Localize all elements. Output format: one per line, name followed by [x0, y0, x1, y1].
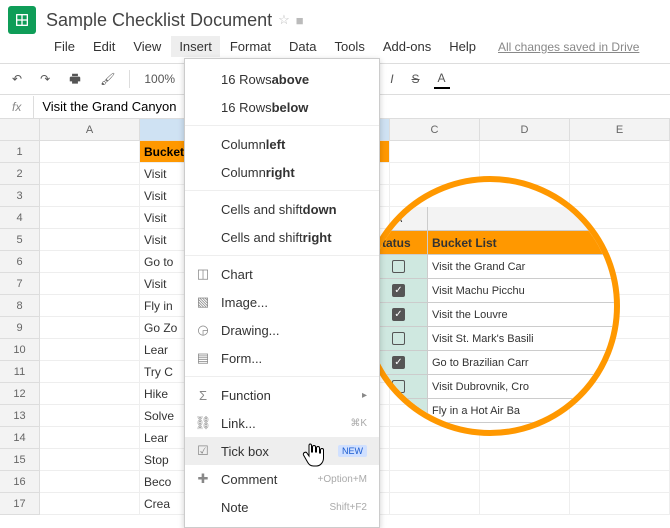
zoom-text-cell: Visit Dubrovnik, Cro	[428, 375, 620, 399]
save-status[interactable]: All changes saved in Drive	[498, 40, 639, 54]
menu-file[interactable]: File	[46, 36, 83, 57]
row-header[interactable]: 3	[0, 185, 40, 207]
image-icon: ▧	[193, 292, 213, 312]
insert-cells-down[interactable]: Cells and shift down	[185, 195, 379, 223]
zoom-text-cell: Visit the Grand Car	[428, 255, 620, 279]
function-icon: Σ	[193, 385, 213, 405]
row-header[interactable]: 12	[0, 383, 40, 405]
col-header-c[interactable]: C	[390, 119, 480, 141]
menu-format[interactable]: Format	[222, 36, 279, 57]
insert-comment[interactable]: ✚Comment+Option+M	[185, 465, 379, 493]
insert-form[interactable]: ▤Form...	[185, 344, 379, 372]
comment-icon: ✚	[193, 469, 213, 489]
menu-view[interactable]: View	[125, 36, 169, 57]
menu-insert[interactable]: Insert	[171, 36, 220, 57]
checkbox-icon	[392, 260, 405, 273]
insert-link[interactable]: ⛓Link...⌘K	[185, 409, 379, 437]
insert-column-right[interactable]: Column right	[185, 158, 379, 186]
star-icon[interactable]: ☆	[278, 12, 290, 28]
zoom-text-cell: Visit Machu Picchu	[428, 279, 620, 303]
zoom-text-cell: Go to Brazilian Carr	[428, 351, 620, 375]
row-header[interactable]: 14	[0, 427, 40, 449]
insert-tickbox[interactable]: ☑Tick boxNEW	[185, 437, 379, 465]
row-header[interactable]: 13	[0, 405, 40, 427]
insert-rows-above[interactable]: 16 Rows above	[185, 65, 379, 93]
strike-button[interactable]: S	[408, 70, 424, 88]
insert-chart[interactable]: ◫Chart	[185, 260, 379, 288]
insert-menu-dropdown: 16 Rows above 16 Rows below Column left …	[184, 58, 380, 528]
chart-icon: ◫	[193, 264, 213, 284]
row-header[interactable]: 7	[0, 273, 40, 295]
menu-help[interactable]: Help	[441, 36, 484, 57]
doc-title[interactable]: Sample Checklist Document	[46, 10, 272, 31]
insert-cells-right[interactable]: Cells and shift right	[185, 223, 379, 251]
link-icon: ⛓	[193, 413, 213, 433]
redo-icon[interactable]: ↷	[36, 70, 54, 88]
italic-button[interactable]: I	[386, 70, 397, 88]
checkbox-icon: ☑	[193, 441, 213, 461]
checkbox-icon	[392, 332, 405, 345]
row-header[interactable]: 16	[0, 471, 40, 493]
checkbox-icon	[392, 308, 405, 321]
checkbox-icon	[392, 356, 405, 369]
row-header[interactable]: 9	[0, 317, 40, 339]
drawing-icon: ◶	[193, 320, 213, 340]
menu-tools[interactable]: Tools	[326, 36, 372, 57]
row-header[interactable]: 10	[0, 339, 40, 361]
row-header[interactable]: 2	[0, 163, 40, 185]
select-all-corner[interactable]	[0, 119, 40, 141]
form-icon: ▤	[193, 348, 213, 368]
menu-data[interactable]: Data	[281, 36, 324, 57]
zoom-text-cell: Fly in a Hot Air Ba	[428, 399, 620, 423]
insert-image[interactable]: ▧Image...	[185, 288, 379, 316]
row-header[interactable]: 11	[0, 361, 40, 383]
row-header[interactable]: 6	[0, 251, 40, 273]
zoom-text-cell: Visit St. Mark's Basili	[428, 327, 620, 351]
insert-rows-below[interactable]: 16 Rows below	[185, 93, 379, 121]
text-color-button[interactable]: A	[434, 69, 450, 89]
cursor-hand-icon	[302, 442, 324, 471]
col-header-a[interactable]: A	[40, 119, 140, 141]
insert-function[interactable]: ΣFunction▸	[185, 381, 379, 409]
row-header[interactable]: 1	[0, 141, 40, 163]
row-header[interactable]: 8	[0, 295, 40, 317]
checkbox-icon	[392, 428, 405, 436]
menu-edit[interactable]: Edit	[85, 36, 123, 57]
zoom-text-cell: Visit the Louvre	[428, 303, 620, 327]
zoom-select[interactable]: 100%	[140, 70, 179, 88]
print-icon[interactable]	[64, 70, 86, 88]
row-header[interactable]: 5	[0, 229, 40, 251]
col-header-d[interactable]: D	[480, 119, 570, 141]
col-header-e[interactable]: E	[570, 119, 670, 141]
row-header[interactable]: 17	[0, 493, 40, 515]
zoom-callout: A Status Bucket List Visit the Grand Car…	[360, 176, 620, 436]
zoom-text-cell: Go Zorbing	[428, 423, 620, 436]
row-header[interactable]: 4	[0, 207, 40, 229]
insert-drawing[interactable]: ◶Drawing...	[185, 316, 379, 344]
paint-icon[interactable]: 🖌	[96, 70, 119, 88]
insert-column-left[interactable]: Column left	[185, 130, 379, 158]
checkbox-icon	[392, 404, 405, 417]
fx-label: fx	[0, 96, 34, 118]
sheets-logo	[8, 6, 36, 34]
undo-icon[interactable]: ↶	[8, 70, 26, 88]
row-header[interactable]: 15	[0, 449, 40, 471]
checkbox-icon	[392, 380, 405, 393]
folder-icon[interactable]: ■	[296, 13, 304, 28]
zoom-head-bucket: Bucket List	[428, 231, 620, 255]
menu-addons[interactable]: Add-ons	[375, 36, 439, 57]
insert-note[interactable]: NoteShift+F2	[185, 493, 379, 521]
checkbox-icon	[392, 284, 405, 297]
